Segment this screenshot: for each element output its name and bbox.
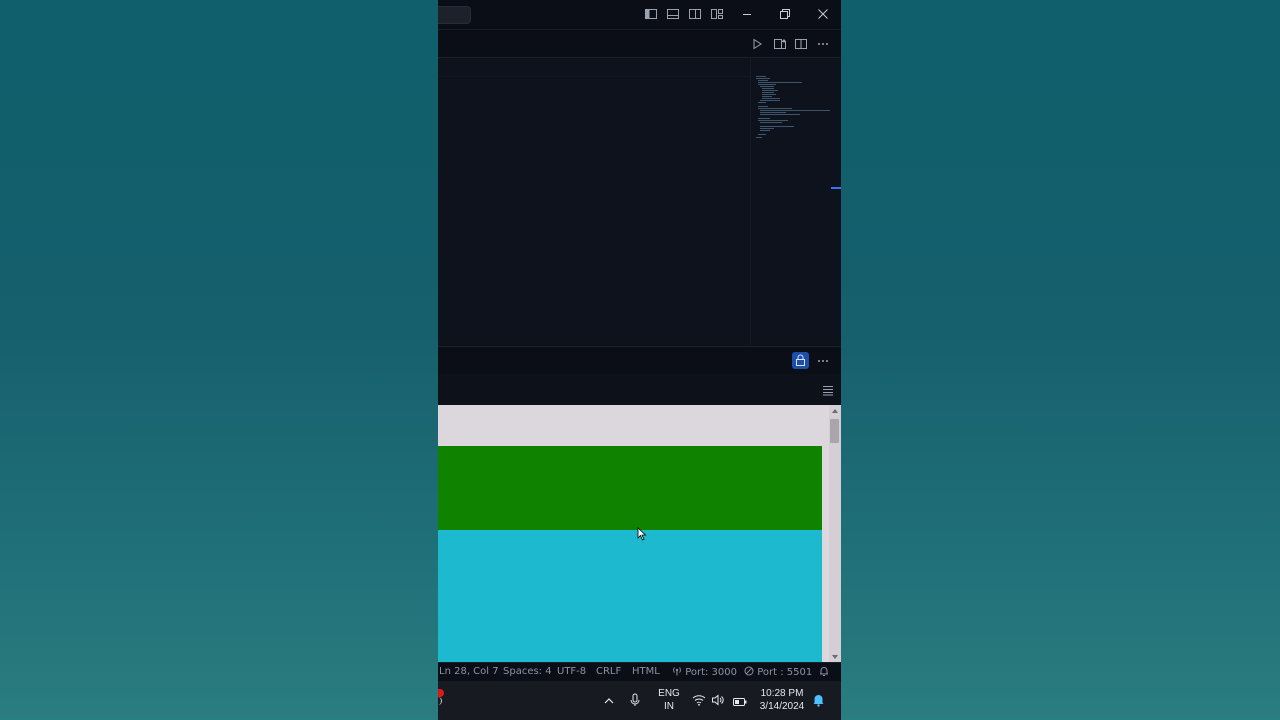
chevron-up-icon[interactable]: [603, 694, 615, 712]
close-icon[interactable]: [816, 7, 830, 21]
browser-preview[interactable]: [438, 405, 841, 662]
editor-tab-bar: [438, 30, 841, 58]
battery-icon[interactable]: [732, 694, 748, 712]
clock-date: 3/14/2024: [759, 701, 805, 712]
broadcast-icon: [673, 667, 681, 676]
toggle-secondary-sidebar-icon[interactable]: [688, 7, 702, 21]
toggle-panel-icon[interactable]: [666, 7, 680, 21]
port-forward-label: Port: 3000: [685, 667, 738, 678]
notifications-bell-icon[interactable]: [818, 665, 830, 680]
recording-indicator-stem: [438, 697, 442, 705]
run-icon[interactable]: [750, 36, 764, 50]
scroll-down-arrow-icon[interactable]: [832, 655, 838, 659]
language-code: ENG: [658, 688, 680, 699]
end-of-line[interactable]: CRLF: [596, 666, 621, 677]
live-server-label: Port : 5501: [757, 667, 813, 678]
green-box: [438, 446, 822, 530]
live-server-item[interactable]: Port : 5501: [744, 666, 812, 678]
vscode-window: Ln 28, Col 7 Spaces: 4 UTF-8 CRLF HTML P…: [438, 0, 841, 720]
language-mode[interactable]: HTML: [632, 666, 660, 677]
scroll-up-arrow-icon[interactable]: [832, 409, 838, 413]
port-forward-item[interactable]: Port: 3000: [672, 666, 737, 678]
status-bar: Ln 28, Col 7 Spaces: 4 UTF-8 CRLF HTML P…: [438, 662, 841, 681]
restore-icon[interactable]: [777, 7, 791, 21]
more-actions-icon[interactable]: [816, 36, 830, 50]
block-icon: [744, 666, 754, 676]
file-encoding[interactable]: UTF-8: [557, 666, 586, 677]
panel-more-actions-icon[interactable]: [816, 353, 830, 367]
clock-time: 10:28 PM: [760, 688, 804, 699]
minimap[interactable]: [754, 74, 834, 144]
volume-icon[interactable]: [711, 693, 725, 711]
editor-scroll-indicator[interactable]: [831, 187, 841, 189]
title-bar: [438, 0, 841, 30]
minimize-icon[interactable]: [740, 7, 754, 21]
indentation[interactable]: Spaces: 4: [503, 666, 552, 677]
split-editor-icon[interactable]: [794, 36, 808, 50]
command-center-search[interactable]: [438, 6, 471, 24]
input-language[interactable]: ENG IN: [652, 687, 686, 713]
toggle-primary-sidebar-icon[interactable]: [644, 7, 658, 21]
preview-toolbar: [438, 374, 841, 404]
cyan-box: [438, 530, 822, 662]
region-code: IN: [664, 701, 674, 712]
open-changes-icon[interactable]: [773, 36, 787, 50]
system-clock[interactable]: 10:28 PM 3/14/2024: [752, 687, 812, 713]
minimap-divider: [750, 58, 751, 345]
list-icon[interactable]: [821, 382, 835, 396]
lock-icon[interactable]: [792, 352, 809, 369]
windows-taskbar: ENG IN 10:28 PM 3/14/2024: [438, 681, 841, 720]
mouse-cursor-icon: [637, 526, 647, 545]
editor-line-highlight: [438, 76, 750, 77]
notification-bell-icon[interactable]: [812, 693, 825, 712]
recording-indicator-icon[interactable]: [438, 689, 444, 697]
cursor-position[interactable]: Ln 28, Col 7: [439, 666, 499, 677]
microphone-icon[interactable]: [629, 693, 641, 712]
scrollbar-thumb[interactable]: [830, 419, 839, 443]
wifi-icon[interactable]: [692, 693, 706, 711]
panel-header: [438, 346, 841, 374]
preview-scrollbar[interactable]: [829, 405, 841, 662]
customize-layout-icon[interactable]: [710, 7, 724, 21]
